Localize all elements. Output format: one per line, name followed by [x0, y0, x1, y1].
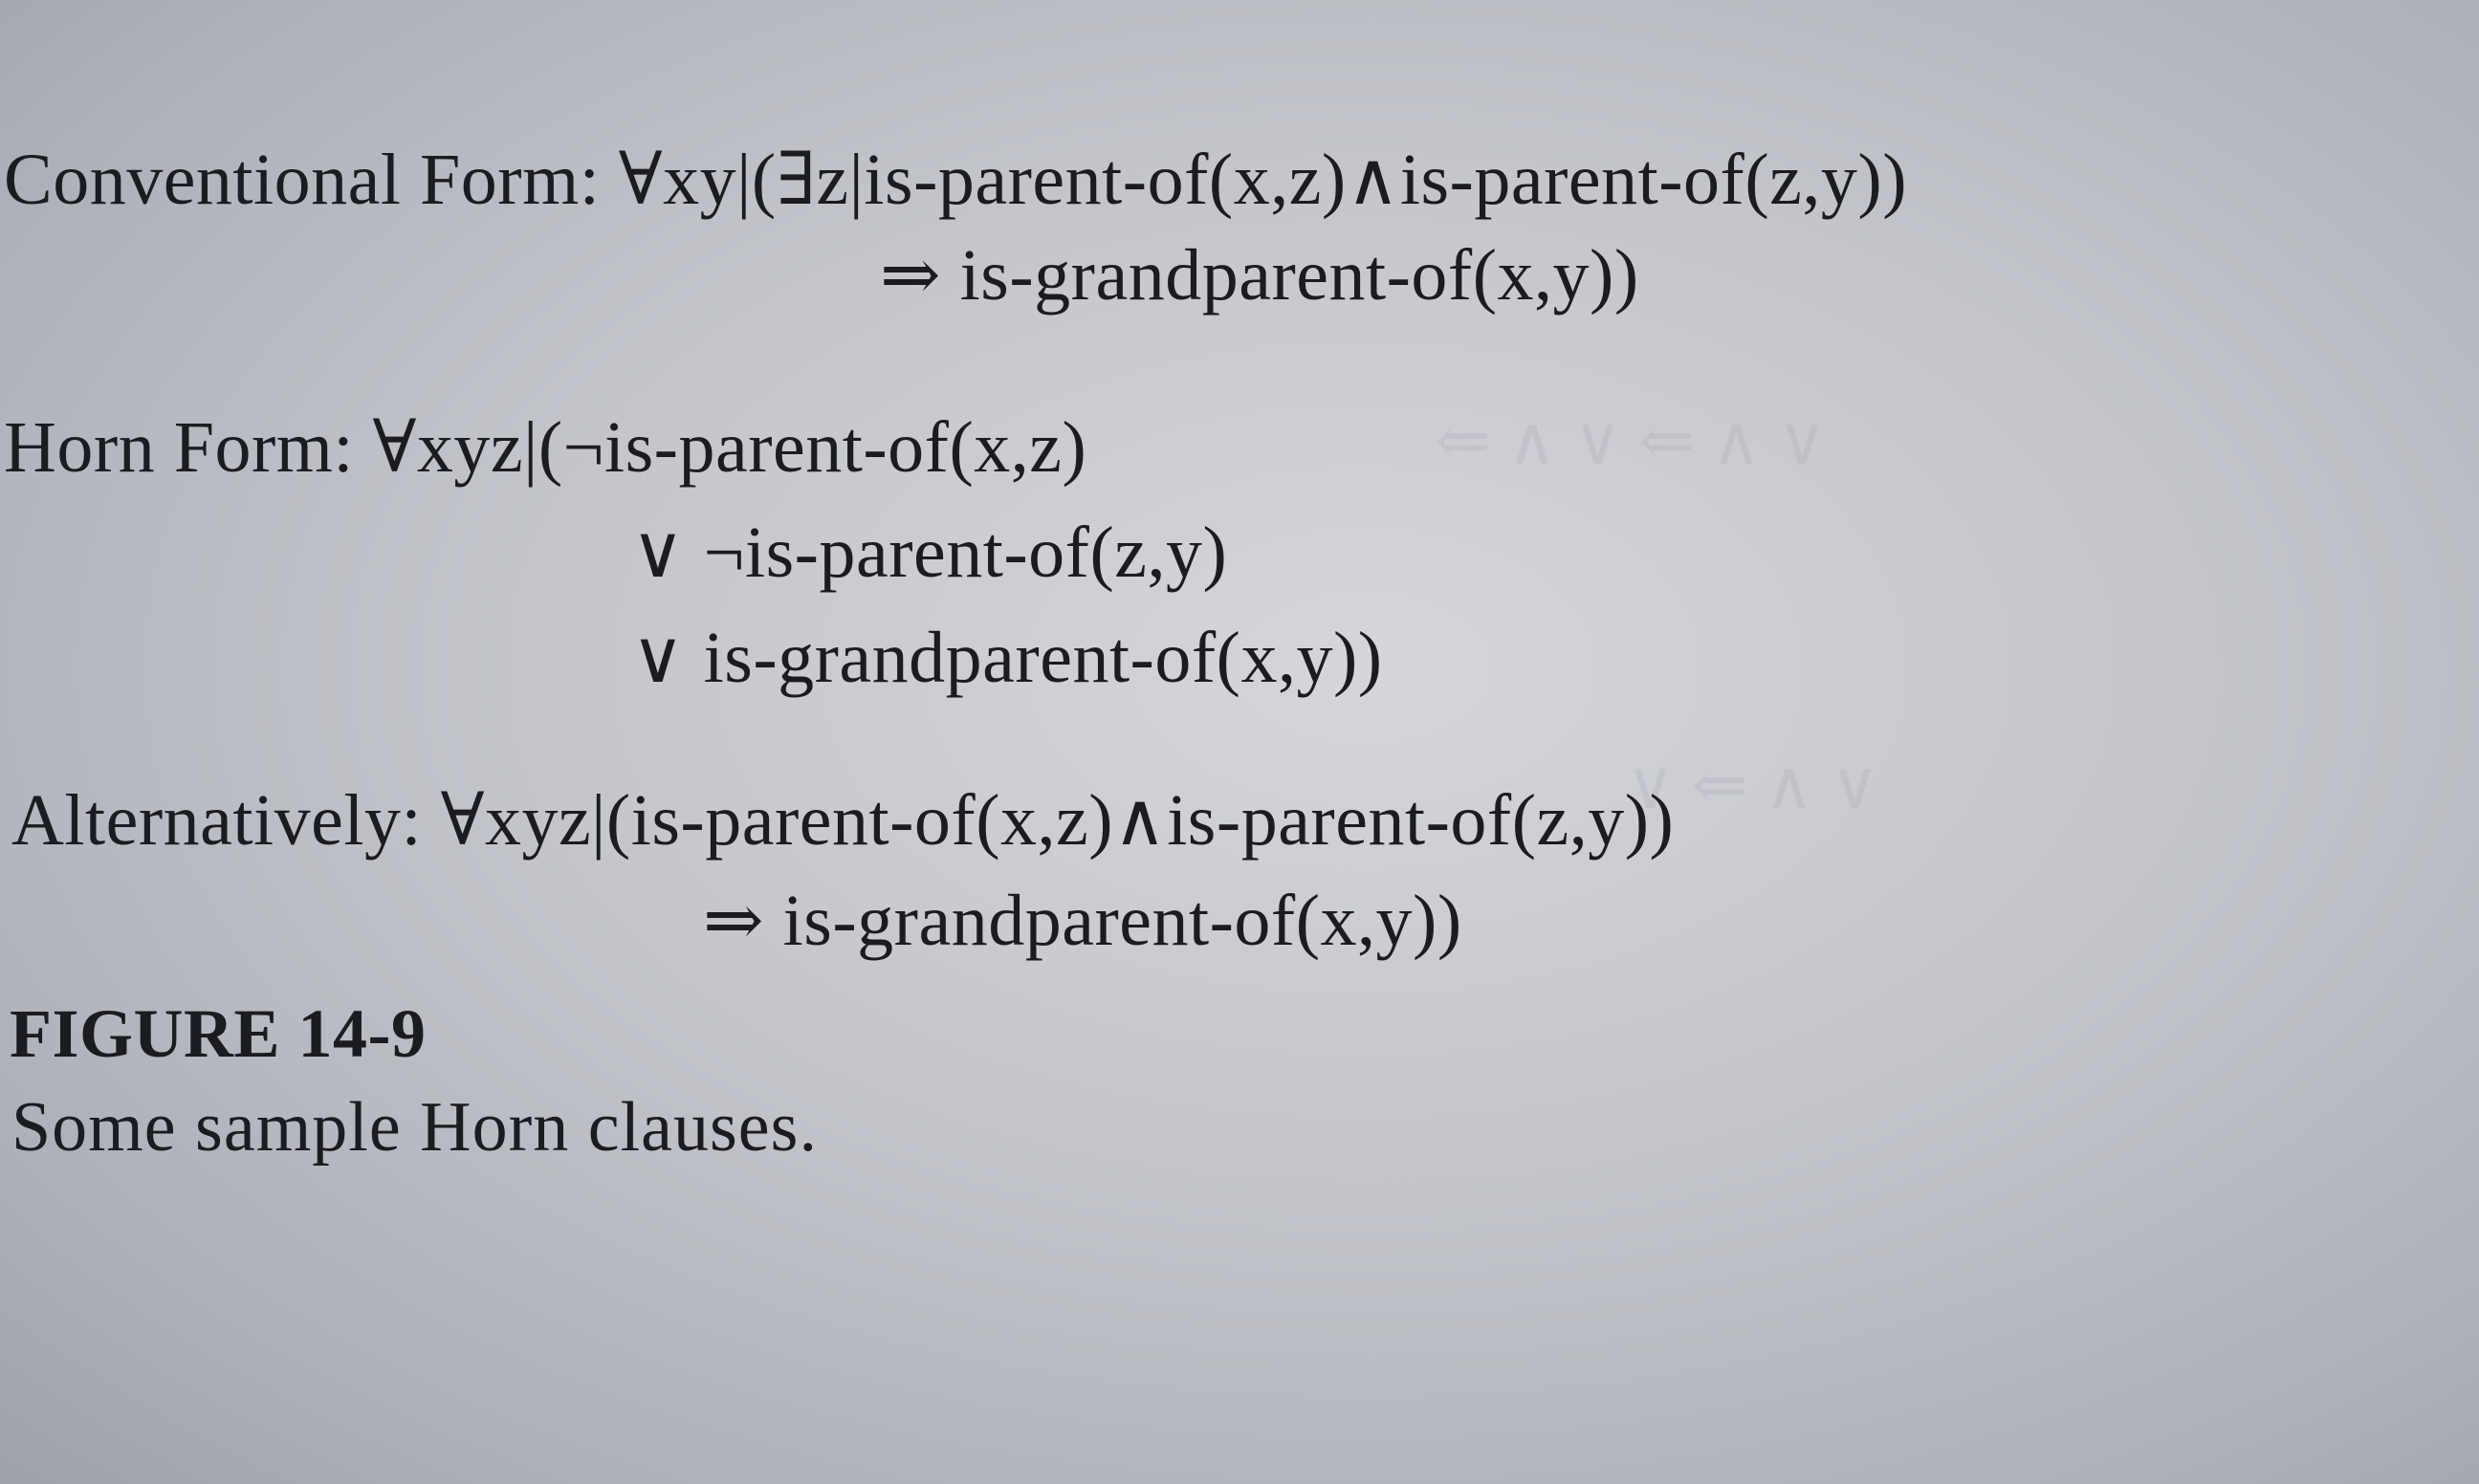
conventional-form-line-1: Conventional Form: ∀xy|(∃z|is-parent-of(…	[4, 140, 1908, 220]
horn-form-line-2: ∨ ¬is-parent-of(z,y)	[631, 513, 1228, 593]
horn-form-line-3: ∨ is-grandparent-of(x,y))	[631, 618, 1383, 698]
figure-caption: Some sample Horn clauses.	[11, 1088, 818, 1167]
book-page: ∨ ∧ ⇒ ∨ ∧ ⇒ ∨ ∧ ⇒ ∨ Conventional Form: ∀…	[0, 0, 2479, 1484]
conventional-form-line-2: ⇒ is-grandparent-of(x,y))	[880, 235, 1639, 316]
horn-form-line-1: Horn Form: ∀xyz|(¬is-parent-of(x,z)	[4, 407, 1087, 488]
figure-label: FIGURE 14-9	[10, 995, 427, 1072]
bleed-through-text: ∨ ∧ ⇒ ∨ ∧ ⇒	[1435, 405, 1827, 479]
alternatively-line-2: ⇒ is-grandparent-of(x,y))	[703, 881, 1462, 961]
alternatively-line-1: Alternatively: ∀xyz|(is-parent-of(x,z)∧i…	[11, 780, 1675, 861]
